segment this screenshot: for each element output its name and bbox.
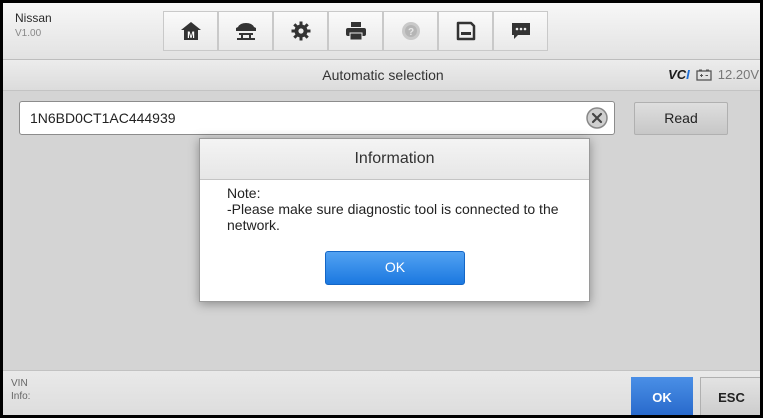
esc-button[interactable]: ESC — [700, 377, 760, 415]
vin-info: VIN Info: — [11, 377, 30, 403]
home-button[interactable]: M — [163, 11, 218, 51]
save-button[interactable] — [438, 11, 493, 51]
clear-input-icon[interactable] — [586, 107, 608, 129]
print-button[interactable] — [328, 11, 383, 51]
brand-name: Nissan — [15, 11, 52, 25]
vin-input[interactable]: 1N6BD0CT1AC444939 — [19, 101, 615, 135]
help-icon: ? — [401, 22, 420, 40]
vehicle-lift-icon — [235, 23, 256, 40]
svg-text:M: M — [187, 30, 195, 40]
vin-info-value: Info: — [11, 391, 31, 402]
information-dialog: Information Note: -Please make sure diag… — [199, 138, 590, 302]
ok-button[interactable]: OK — [631, 377, 693, 415]
save-icon — [456, 21, 475, 41]
svg-text:?: ? — [407, 27, 413, 38]
vci-connection-icon: VCI — [668, 67, 690, 82]
voltage-readout: 12.20V — [717, 67, 759, 82]
dialog-line: -Please make sure diagnostic tool is con… — [227, 201, 559, 233]
gear-icon — [291, 21, 310, 41]
vin-info-label: VIN — [11, 378, 28, 389]
brand-label: Nissan V1.00 — [15, 12, 52, 40]
message-button[interactable] — [493, 11, 548, 51]
title-bar: Automatic selection VCI 12.20V — [3, 60, 760, 91]
dialog-line: Note: — [227, 185, 261, 201]
read-vin-button[interactable]: Read — [634, 102, 728, 135]
top-toolbar: Nissan V1.00 M ? — [3, 3, 760, 60]
battery-icon — [696, 69, 712, 81]
status-area: VCI 12.20V — [668, 67, 759, 82]
app-window: Nissan V1.00 M ? Automatic selection VCI… — [0, 0, 763, 418]
vehicle-lift-button[interactable] — [218, 11, 273, 51]
version-label: V1.00 — [15, 28, 42, 39]
home-icon: M — [180, 22, 201, 40]
dialog-title: Information — [200, 139, 589, 180]
message-icon — [511, 23, 530, 39]
bottom-bar: VIN Info: OK ESC — [3, 370, 760, 415]
page-title: Automatic selection — [322, 67, 444, 83]
settings-button[interactable] — [273, 11, 328, 51]
dialog-message: Note: -Please make sure diagnostic tool … — [227, 185, 569, 233]
printer-icon — [345, 22, 366, 41]
help-button[interactable]: ? — [383, 11, 438, 51]
dialog-ok-button[interactable]: OK — [325, 251, 465, 285]
